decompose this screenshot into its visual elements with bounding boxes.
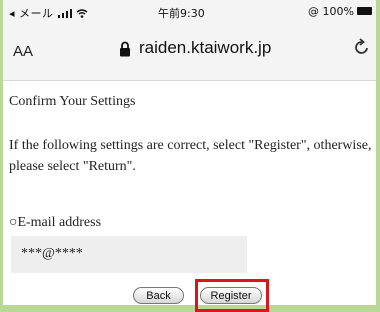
clock: 午前9:30 — [158, 7, 205, 20]
instruction-text: If the following settings are correct, s… — [9, 138, 372, 174]
back-button[interactable]: Back — [133, 287, 184, 304]
email-value: ***@**** — [21, 246, 83, 261]
status-bar: ◂ メール 午前9:30 @ 100% — [3, 0, 376, 24]
battery-icon — [357, 7, 372, 15]
lock-icon — [120, 41, 130, 57]
battery-label: @ 100% — [308, 5, 354, 18]
email-label: ○E-mail address — [9, 215, 102, 230]
text-size-button[interactable]: AA — [13, 43, 33, 60]
address-bar[interactable]: AA raiden.ktaiwork.jp — [3, 24, 376, 81]
register-highlight — [195, 279, 269, 312]
phone-screen: ◂ メール 午前9:30 @ 100% AA raiden.ktaiwork.j… — [0, 0, 380, 312]
signal-icon — [57, 9, 72, 18]
reload-icon[interactable] — [354, 37, 370, 57]
email-value-box: ***@**** — [11, 236, 247, 273]
carrier-label: ◂ メール — [9, 5, 88, 21]
url-text[interactable]: raiden.ktaiwork.jp — [139, 38, 271, 58]
page-title: Confirm Your Settings — [9, 94, 136, 109]
wifi-icon — [76, 9, 87, 18]
